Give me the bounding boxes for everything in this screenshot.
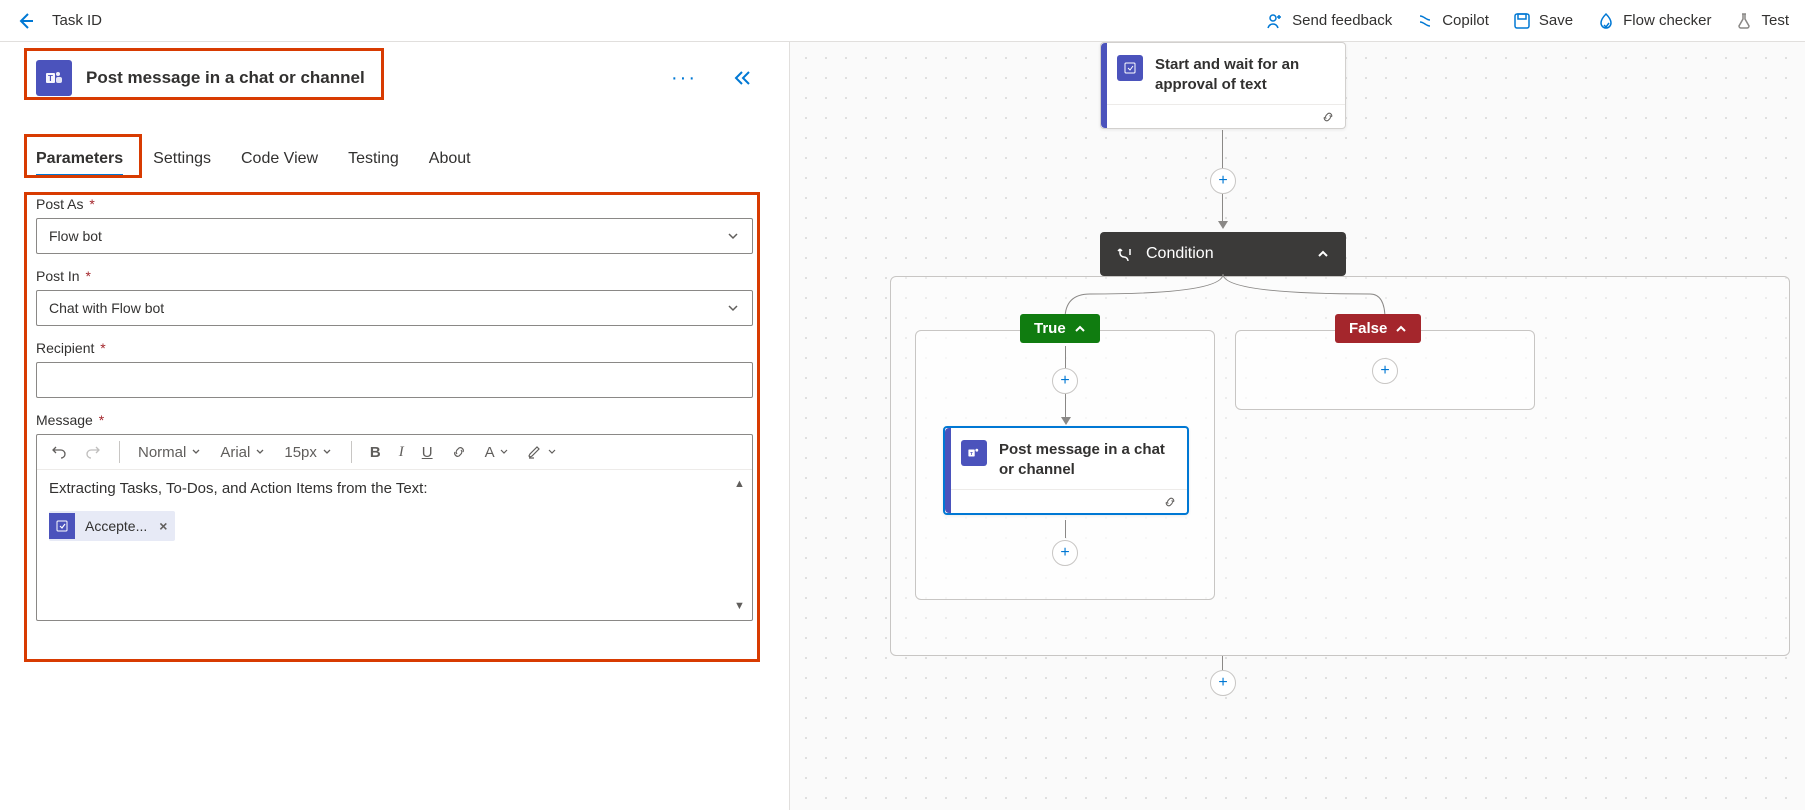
tab-testing[interactable]: Testing bbox=[348, 144, 399, 177]
action-config-panel: T Post message in a chat or channel ··· … bbox=[0, 42, 790, 810]
token-icon bbox=[49, 513, 75, 539]
link-icon bbox=[1321, 110, 1335, 124]
dynamic-content-token[interactable]: Accepte... × bbox=[49, 511, 175, 541]
link-icon bbox=[1163, 495, 1177, 509]
copilot-button[interactable]: Copilot bbox=[1416, 12, 1489, 30]
post-as-label: Post As * bbox=[36, 196, 753, 212]
chevron-down-icon bbox=[726, 301, 740, 315]
teams-icon: T bbox=[36, 60, 72, 96]
font-color-button[interactable]: A bbox=[481, 442, 513, 463]
chevron-up-icon[interactable] bbox=[1316, 247, 1330, 261]
feedback-icon bbox=[1266, 12, 1284, 30]
test-label: Test bbox=[1761, 12, 1789, 29]
underline-button[interactable]: U bbox=[418, 442, 437, 463]
copilot-label: Copilot bbox=[1442, 12, 1489, 29]
flow-checker-icon bbox=[1597, 12, 1615, 30]
recipient-input[interactable] bbox=[36, 362, 753, 398]
chevron-down-icon bbox=[726, 229, 740, 243]
post-in-value: Chat with Flow bot bbox=[49, 300, 164, 316]
more-options-button[interactable]: ··· bbox=[671, 67, 697, 90]
false-label: False bbox=[1349, 320, 1387, 337]
post-as-select[interactable]: Flow bot bbox=[36, 218, 753, 254]
tab-code-view[interactable]: Code View bbox=[241, 144, 318, 177]
post-in-select[interactable]: Chat with Flow bot bbox=[36, 290, 753, 326]
condition-label: Condition bbox=[1146, 245, 1214, 263]
message-editor: Normal Arial 15px B I U A Extracting Tas… bbox=[36, 434, 753, 621]
token-remove-button[interactable]: × bbox=[159, 518, 167, 534]
test-button[interactable]: Test bbox=[1735, 12, 1789, 30]
link-button[interactable] bbox=[447, 442, 471, 462]
true-branch-header[interactable]: True bbox=[1020, 314, 1100, 343]
redo-button[interactable] bbox=[81, 442, 105, 462]
collapse-panel-button[interactable] bbox=[733, 70, 753, 86]
approval-card-title: Start and wait for an approval of text bbox=[1155, 55, 1331, 94]
add-step-false-button[interactable]: + bbox=[1372, 358, 1398, 384]
add-step-end-button[interactable]: + bbox=[1210, 670, 1236, 696]
save-label: Save bbox=[1539, 12, 1573, 29]
undo-button[interactable] bbox=[47, 442, 71, 462]
editor-scrollbar[interactable]: ▲▼ bbox=[734, 478, 746, 612]
breadcrumb[interactable]: Task ID bbox=[52, 12, 102, 29]
flow-checker-label: Flow checker bbox=[1623, 12, 1711, 29]
back-arrow-icon[interactable] bbox=[16, 11, 36, 31]
save-icon bbox=[1513, 12, 1531, 30]
paragraph-style-select[interactable]: Normal bbox=[134, 442, 206, 463]
italic-button[interactable]: I bbox=[395, 442, 408, 463]
editor-body[interactable]: Extracting Tasks, To-Dos, and Action Ite… bbox=[37, 470, 752, 620]
approval-icon bbox=[1117, 55, 1143, 81]
true-label: True bbox=[1034, 320, 1066, 337]
flow-checker-button[interactable]: Flow checker bbox=[1597, 12, 1711, 30]
post-in-label: Post In * bbox=[36, 268, 753, 284]
action-title: Post message in a chat or channel bbox=[86, 68, 365, 88]
approval-card[interactable]: Start and wait for an approval of text bbox=[1100, 42, 1346, 129]
copilot-icon bbox=[1416, 12, 1434, 30]
editor-toolbar: Normal Arial 15px B I U A bbox=[37, 435, 752, 470]
highlight-button[interactable] bbox=[523, 442, 561, 462]
test-icon bbox=[1735, 12, 1753, 30]
action-header: T Post message in a chat or channel ··· bbox=[28, 54, 761, 102]
tab-about[interactable]: About bbox=[429, 144, 471, 177]
false-branch-header[interactable]: False bbox=[1335, 314, 1421, 343]
condition-icon bbox=[1116, 245, 1134, 263]
add-step-after-post-button[interactable]: + bbox=[1052, 540, 1078, 566]
top-toolbar: Task ID Send feedback Copilot Save Flow bbox=[0, 0, 1805, 42]
recipient-label: Recipient * bbox=[36, 340, 753, 356]
config-tabs: Parameters Settings Code View Testing Ab… bbox=[28, 130, 761, 186]
token-label: Accepte... bbox=[85, 518, 147, 534]
save-button[interactable]: Save bbox=[1513, 12, 1573, 30]
condition-node[interactable]: Condition bbox=[1100, 232, 1346, 276]
font-family-select[interactable]: Arial bbox=[216, 442, 270, 463]
font-size-select[interactable]: 15px bbox=[280, 442, 337, 463]
bold-button[interactable]: B bbox=[366, 442, 385, 463]
post-message-title: Post message in a chat or channel bbox=[999, 440, 1173, 479]
flow-canvas[interactable]: Start and wait for an approval of text +… bbox=[790, 42, 1805, 810]
post-message-card[interactable]: T Post message in a chat or channel bbox=[943, 426, 1189, 515]
add-step-button[interactable]: + bbox=[1210, 168, 1236, 194]
post-as-value: Flow bot bbox=[49, 228, 102, 244]
tab-parameters[interactable]: Parameters bbox=[36, 144, 123, 177]
teams-icon: T bbox=[961, 440, 987, 466]
svg-text:T: T bbox=[48, 74, 53, 83]
svg-text:T: T bbox=[970, 451, 973, 457]
send-feedback-button[interactable]: Send feedback bbox=[1266, 12, 1392, 30]
tab-settings[interactable]: Settings bbox=[153, 144, 211, 177]
feedback-label: Send feedback bbox=[1292, 12, 1392, 29]
parameters-form: Post As * Flow bot Post In * Chat with F… bbox=[28, 186, 761, 645]
editor-text: Extracting Tasks, To-Dos, and Action Ite… bbox=[49, 480, 740, 497]
add-step-true-button[interactable]: + bbox=[1052, 368, 1078, 394]
message-label: Message * bbox=[36, 412, 753, 428]
